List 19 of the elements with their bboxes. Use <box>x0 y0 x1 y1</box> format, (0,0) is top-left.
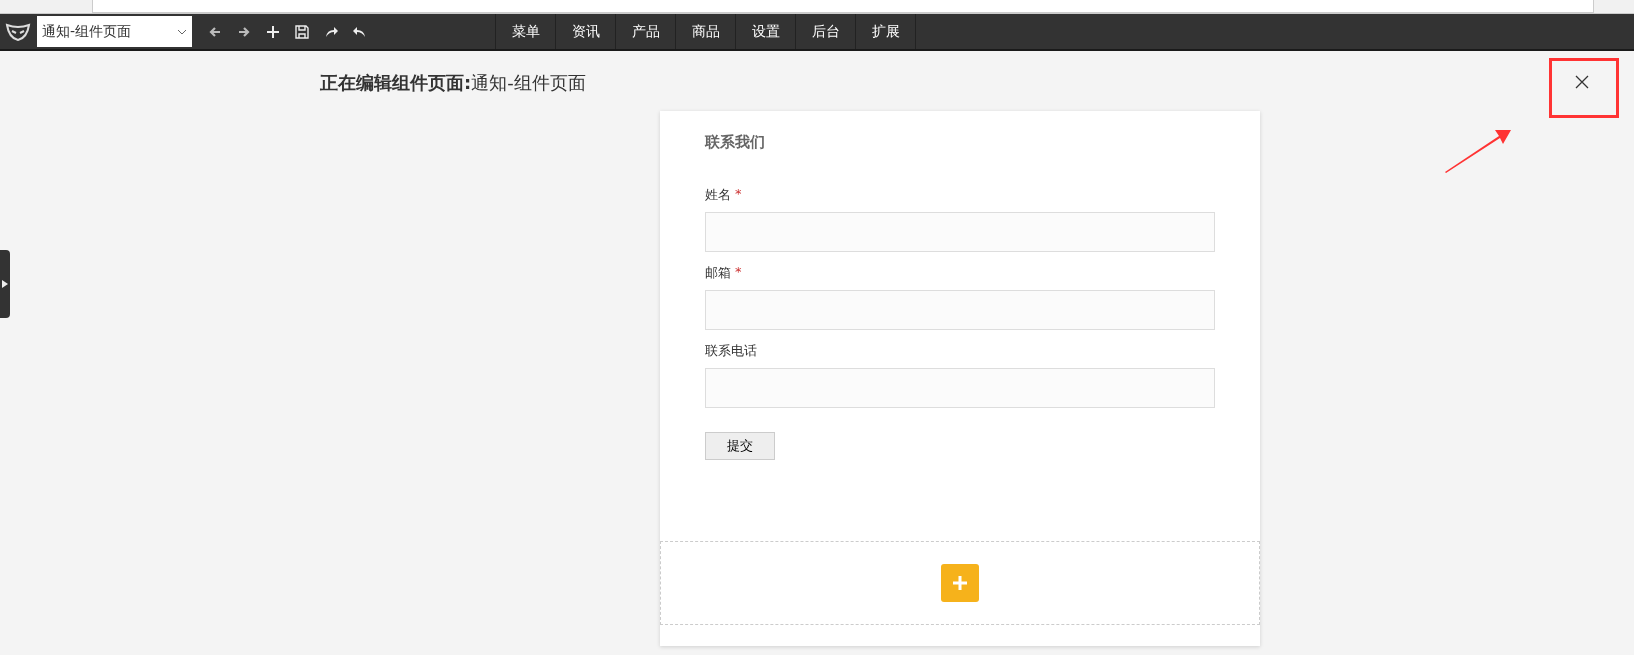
highlight-frame <box>1549 58 1619 118</box>
label-text: 姓名 <box>705 186 731 204</box>
required-mark: * <box>735 186 742 203</box>
pointer-arrow <box>1443 128 1513 174</box>
input-field[interactable] <box>705 212 1215 252</box>
form-title: 联系我们 <box>705 133 766 152</box>
plus-icon <box>952 575 968 591</box>
input-field[interactable] <box>705 290 1215 330</box>
label-text: 邮箱 <box>705 264 731 282</box>
label-text: 联系电话 <box>705 342 757 360</box>
mask-logo-icon <box>5 21 31 42</box>
page-heading: 正在编辑组件页面:通知-组件页面 <box>320 71 586 95</box>
required-mark: * <box>735 264 742 281</box>
input-field[interactable] <box>705 368 1215 408</box>
page-select[interactable]: 通知-组件页面 <box>37 16 192 47</box>
chevron-down-icon <box>177 28 187 35</box>
submit-button[interactable]: 提交 <box>705 432 775 460</box>
side-panel-toggle[interactable] <box>0 250 10 318</box>
triangle-right-icon <box>2 280 8 288</box>
